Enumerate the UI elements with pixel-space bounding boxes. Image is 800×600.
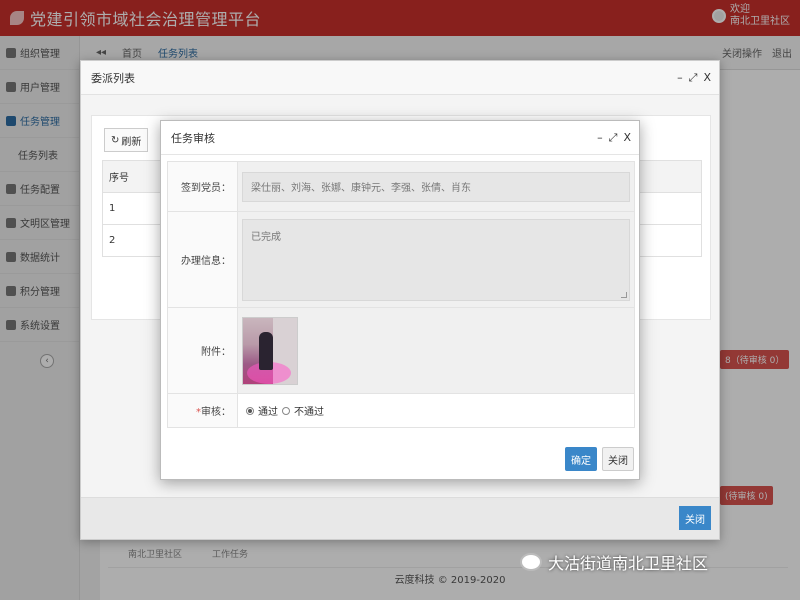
review-label-cell: *审核： [167, 393, 238, 428]
watermark-text: 大沽街道南北卫里社区 [548, 554, 709, 573]
radio-pass-label[interactable]: 通过 [258, 403, 278, 418]
radio-fail-label[interactable]: 不通过 [294, 403, 324, 418]
info-label: 办理信息： [167, 211, 238, 308]
refresh-button[interactable]: ↻ 刷新 [104, 128, 149, 152]
minimize-icon[interactable]: – [677, 71, 683, 85]
maximize-icon[interactable]: ⤢ [609, 131, 618, 145]
dialog-header: 委派列表 [81, 61, 719, 95]
radio-fail[interactable] [282, 406, 290, 415]
close-icon[interactable]: X [623, 131, 631, 145]
radio-pass[interactable] [246, 406, 254, 415]
wechat-watermark: 大沽街道南北卫里社区 [520, 550, 708, 574]
refresh-icon: ↻ [111, 134, 120, 146]
checkin-members-field[interactable]: 梁仕丽、刘海、张娜、康钟元、李强、张倩、肖东 [242, 171, 630, 202]
task-review-dialog: 任务审核 – ⤢ X 签到党员： 梁仕丽、刘海、张娜、康钟元、李强、张倩、肖东 … [160, 120, 640, 480]
maximize-icon[interactable]: ⤢ [689, 71, 698, 85]
resize-handle-icon[interactable] [621, 291, 627, 298]
confirm-button[interactable]: 确定 [565, 447, 597, 471]
wechat-icon [520, 553, 542, 571]
handling-info-text: 已完成 [251, 231, 281, 243]
dialog-title: 委派列表 [91, 71, 135, 85]
checkin-label: 签到党员： [167, 161, 238, 212]
dialog-header: 任务审核 [161, 121, 639, 155]
review-form: 签到党员： 梁仕丽、刘海、张娜、康钟元、李强、张倩、肖东 办理信息： 已完成 附… [167, 161, 635, 428]
dialog-footer: 关闭 [81, 497, 719, 539]
attachment-label: 附件： [167, 307, 238, 394]
handling-info-textarea[interactable]: 已完成 [242, 218, 630, 301]
minimize-icon[interactable]: – [597, 131, 603, 145]
dialog-title: 任务审核 [171, 131, 215, 145]
refresh-label: 刷新 [121, 136, 142, 148]
close-button[interactable]: 关闭 [679, 506, 711, 530]
review-radio-group: 通过 不通过 [242, 403, 630, 418]
attachment-thumbnail[interactable] [242, 316, 298, 385]
review-label: 审核： [201, 407, 231, 418]
close-button[interactable]: 关闭 [602, 447, 634, 471]
close-icon[interactable]: X [703, 71, 711, 85]
